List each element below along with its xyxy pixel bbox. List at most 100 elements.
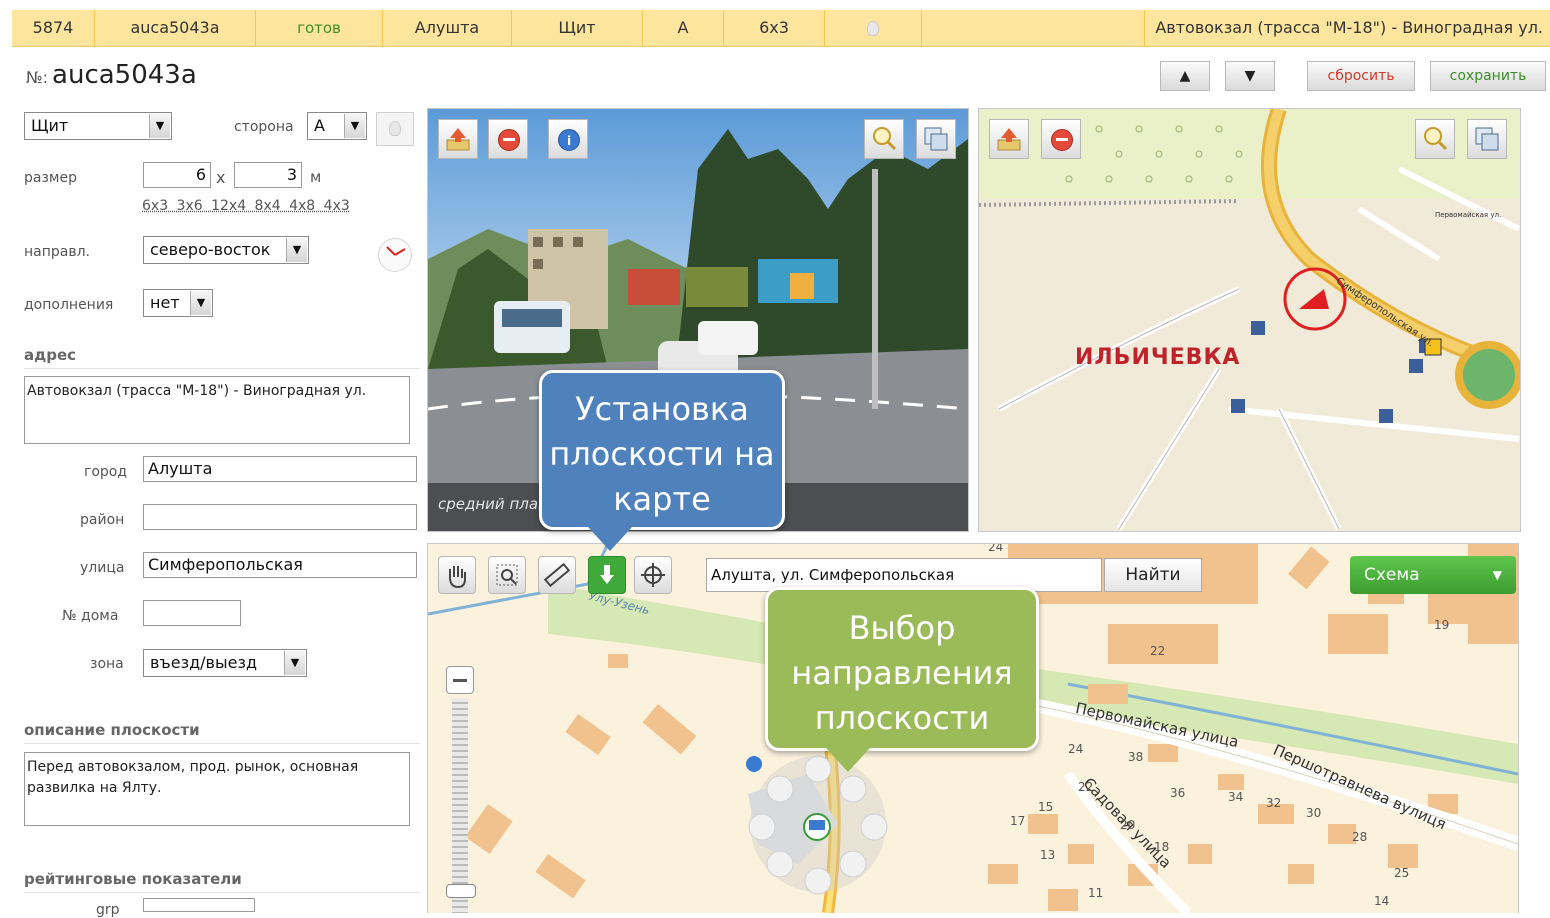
size-label: размер bbox=[24, 170, 77, 186]
district-label: район bbox=[80, 512, 125, 528]
callout-direction: Выбор направления плоскости bbox=[765, 587, 1039, 772]
type-select-value: Щит bbox=[31, 116, 69, 135]
zone-select-value: въезд/выезд bbox=[150, 653, 258, 672]
zoom-handle[interactable] bbox=[446, 884, 476, 898]
delete-photo-button[interactable] bbox=[488, 119, 528, 159]
move-up-button[interactable]: ▲ bbox=[1160, 61, 1210, 91]
page-title: №: auca5043a bbox=[26, 60, 197, 90]
chevron-down-icon: ▼ bbox=[286, 238, 307, 262]
district-input[interactable] bbox=[143, 504, 417, 530]
copy-photo-button[interactable] bbox=[916, 119, 956, 159]
save-button[interactable]: сохранить bbox=[1430, 61, 1546, 91]
upload-photo-button[interactable] bbox=[438, 119, 478, 159]
callout-tail bbox=[826, 748, 870, 772]
upload-icon bbox=[997, 128, 1021, 151]
house-number: 15 bbox=[1038, 800, 1054, 814]
minus-icon bbox=[453, 679, 467, 682]
map-scheme-button[interactable]: Схема ▼ bbox=[1350, 556, 1516, 594]
delete-map-button[interactable] bbox=[1041, 119, 1081, 159]
callout-direction-text: Выбор направления плоскости bbox=[791, 609, 1013, 737]
map-find-button[interactable]: Найти bbox=[1104, 558, 1202, 592]
zoom-map-button[interactable] bbox=[1415, 119, 1455, 159]
zone-select[interactable]: въезд/выезд ▼ bbox=[143, 649, 307, 677]
callout-tail bbox=[588, 527, 632, 551]
move-down-button[interactable]: ▼ bbox=[1225, 61, 1275, 91]
ruler-icon bbox=[543, 562, 571, 588]
zoom-slider[interactable] bbox=[446, 666, 476, 913]
status-badge: готов bbox=[256, 10, 383, 46]
size-presets-links[interactable]: 6х3 3х6 12х4 8х4 4х8 4х3 bbox=[142, 198, 350, 214]
number-label: №: bbox=[26, 68, 49, 87]
lightbulb-icon bbox=[825, 10, 922, 46]
address-textarea[interactable]: Автовокзал (трасса "М-18") - Виноградная… bbox=[24, 376, 410, 444]
upload-map-button[interactable] bbox=[989, 119, 1029, 159]
ruler-tool-button[interactable] bbox=[538, 556, 576, 594]
record-code-title: auca5043a bbox=[52, 60, 197, 90]
size-unit: м bbox=[310, 168, 322, 186]
zoom-area-tool-button[interactable] bbox=[488, 556, 526, 594]
callout-install-text: Установка плоскости на карте bbox=[549, 390, 775, 518]
spacer bbox=[922, 10, 1145, 46]
rating-header: рейтинговые показатели bbox=[24, 870, 420, 893]
record-type: Щит bbox=[512, 10, 643, 46]
house-number: 38 bbox=[1128, 750, 1144, 764]
photo-caption: средний план bbox=[438, 495, 548, 513]
magnifier-icon bbox=[1424, 127, 1448, 151]
street-input[interactable]: Симферопольская bbox=[143, 552, 417, 578]
direction-select[interactable]: северо-восток ▼ bbox=[143, 236, 309, 264]
grp-input[interactable] bbox=[143, 898, 255, 912]
photo-info-button[interactable]: i bbox=[548, 119, 588, 159]
address-header: адрес bbox=[24, 346, 420, 369]
house-number: 22 bbox=[1078, 780, 1094, 794]
house-number: 14 bbox=[1374, 894, 1390, 908]
compass-direction-icon[interactable] bbox=[378, 238, 412, 272]
reset-button[interactable]: сбросить bbox=[1307, 61, 1415, 91]
copy-icon bbox=[1475, 127, 1499, 151]
copy-map-button[interactable] bbox=[1467, 119, 1507, 159]
description-textarea[interactable]: Перед автовокзалом, прод. рынок, основна… bbox=[24, 752, 410, 826]
house-number: 28 bbox=[1352, 830, 1368, 844]
map-street-label-2: Первомайская ул. bbox=[1435, 211, 1502, 219]
house-input[interactable] bbox=[143, 600, 241, 626]
record-summary-bar: 5874 auca5043a готов Алушта Щит А 6х3 Ав… bbox=[12, 10, 1550, 47]
house-number: 24 bbox=[1068, 742, 1084, 756]
placement-arrow-icon bbox=[600, 565, 614, 584]
map-town-label: ИЛЬИЧЕВКА bbox=[1075, 345, 1241, 370]
crosshair-icon bbox=[641, 563, 665, 587]
locate-tool-button[interactable] bbox=[634, 556, 672, 594]
chevron-down-icon: ▼ bbox=[1492, 568, 1502, 582]
size-width-input[interactable]: 6 bbox=[143, 162, 211, 188]
house-number: 32 bbox=[1266, 796, 1282, 810]
house-number: 30 bbox=[1306, 806, 1322, 820]
zoom-photo-button[interactable] bbox=[864, 119, 904, 159]
zoom-track[interactable] bbox=[452, 698, 468, 913]
extras-select[interactable]: нет ▼ bbox=[143, 289, 213, 317]
side-select-value: А bbox=[314, 116, 325, 135]
chevron-down-icon: ▼ bbox=[149, 114, 170, 138]
house-number: 17 bbox=[1010, 814, 1026, 828]
house-number: 25 bbox=[1394, 866, 1410, 880]
pan-tool-button[interactable] bbox=[438, 556, 476, 594]
house-number: 34 bbox=[1228, 790, 1244, 804]
city-input[interactable]: Алушта bbox=[143, 456, 417, 482]
chevron-down-icon: ▼ bbox=[190, 291, 211, 315]
grp-label: grp bbox=[96, 902, 120, 918]
size-height-input[interactable]: 3 bbox=[234, 162, 302, 188]
type-select[interactable]: Щит ▼ bbox=[24, 112, 172, 140]
direction-label: направл. bbox=[24, 244, 91, 260]
street-label: улица bbox=[80, 560, 125, 576]
callout-install-plane: Установка плоскости на карте bbox=[539, 370, 785, 551]
lamp-toggle-button[interactable] bbox=[376, 112, 414, 146]
chevron-down-icon: ▼ bbox=[344, 114, 365, 138]
house-label: № дома bbox=[62, 608, 119, 624]
record-side: А bbox=[643, 10, 724, 46]
record-code: auca5043a bbox=[95, 10, 256, 46]
house-number: 36 bbox=[1170, 786, 1186, 800]
place-plane-tool-button[interactable] bbox=[588, 556, 626, 594]
side-label: сторона bbox=[234, 119, 294, 135]
schematic-map bbox=[979, 109, 1520, 531]
side-select[interactable]: А ▼ bbox=[307, 112, 367, 140]
direction-select-value: северо-восток bbox=[150, 240, 271, 259]
house-number: 19 bbox=[1434, 618, 1450, 632]
zoom-out-button[interactable] bbox=[446, 666, 474, 694]
